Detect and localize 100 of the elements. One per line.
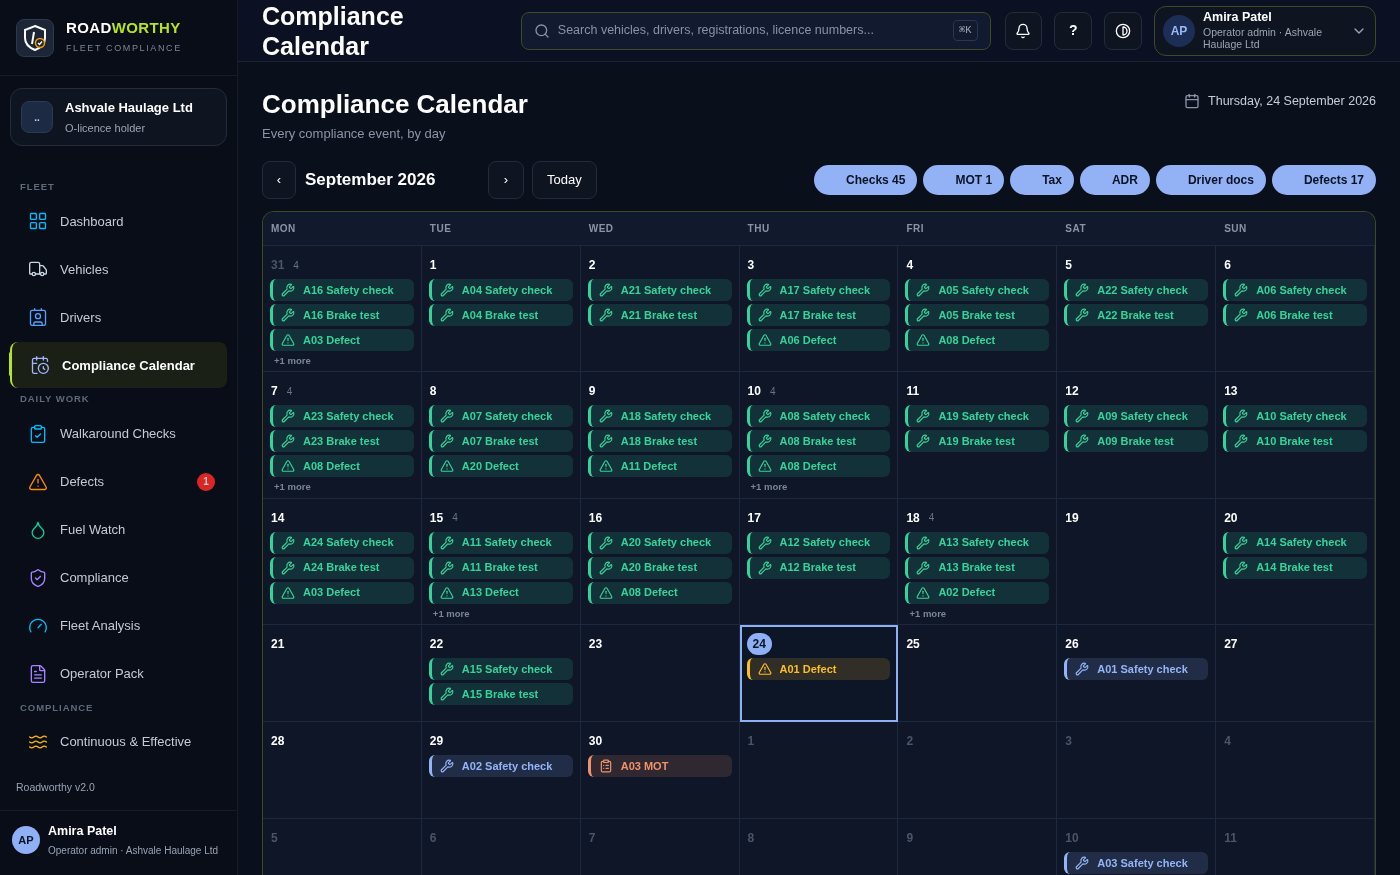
nav-item[interactable]: Dashboard — [10, 198, 227, 245]
calendar-event[interactable]: A24 Safety check — [270, 531, 414, 554]
calendar-event[interactable]: A08 Defect — [746, 455, 891, 478]
calendar-day[interactable]: 25 — [898, 624, 1058, 722]
calendar-event[interactable]: A05 Safety check — [905, 279, 1050, 301]
calendar-event[interactable]: A04 Brake test — [428, 304, 573, 326]
calendar-event[interactable]: A06 Brake test — [1223, 304, 1367, 326]
more-link[interactable]: +1 more — [274, 354, 311, 369]
nav-item[interactable]: Compliance — [10, 554, 227, 601]
calendar-event[interactable]: A09 Safety check — [1064, 405, 1209, 428]
calendar-event[interactable]: A18 Brake test — [587, 430, 732, 453]
calendar-event[interactable]: A08 Defect — [587, 581, 732, 604]
calendar-event[interactable]: A21 Brake test — [587, 304, 732, 326]
calendar-day[interactable]: 27 — [1216, 624, 1375, 722]
calendar-day[interactable]: 23 — [580, 624, 740, 722]
calendar-event[interactable]: A03 Safety check — [1064, 851, 1209, 874]
calendar-event[interactable]: A22 Brake test — [1064, 304, 1209, 326]
calendar-event[interactable]: A01 Safety check — [1064, 657, 1209, 680]
calendar-event[interactable]: A14 Safety check — [1223, 531, 1367, 554]
search-input[interactable]: Search vehicles, drivers, registrations, licence numbers... — [557, 21, 945, 40]
calendar-event[interactable]: A08 Brake test — [746, 430, 891, 453]
help-button[interactable]: ? — [1054, 11, 1093, 50]
calendar-day[interactable]: 18 4 A13 Safety check A13 Brake test A02 Defect +1 more — [898, 498, 1058, 625]
calendar-event[interactable]: A03 Defect — [270, 329, 414, 351]
calendar-event[interactable]: A06 Safety check — [1223, 279, 1367, 301]
calendar-event[interactable]: A15 Safety check — [428, 657, 573, 680]
nav-item[interactable]: Compliance Calendar — [10, 342, 227, 389]
nav-item[interactable]: Fuel Watch — [10, 506, 227, 553]
calendar-event[interactable]: A11 Brake test — [428, 556, 573, 579]
calendar-event[interactable]: A10 Brake test — [1223, 430, 1367, 453]
calendar-event[interactable]: A22 Safety check — [1064, 279, 1209, 301]
calendar-day[interactable]: 16 A20 Safety check A20 Brake test A08 Defect — [580, 498, 740, 625]
calendar-event[interactable]: A23 Brake test — [270, 430, 414, 453]
calendar-event[interactable]: A11 Defect — [587, 455, 732, 478]
calendar-event[interactable]: A01 Defect — [746, 657, 891, 680]
calendar-event[interactable]: A07 Brake test — [428, 430, 573, 453]
calendar-event[interactable]: A23 Safety check — [270, 405, 414, 428]
calendar-event[interactable]: A13 Safety check — [905, 531, 1050, 554]
notifications-button[interactable] — [1004, 11, 1043, 50]
calendar-event[interactable]: A06 Defect — [746, 329, 891, 351]
calendar-event[interactable]: A12 Brake test — [746, 556, 891, 579]
filter-chip[interactable]: ADR — [1079, 165, 1150, 195]
calendar-day[interactable]: 28 — [263, 721, 422, 819]
calendar-day[interactable]: 2 A21 Safety check A21 Brake test — [580, 246, 740, 373]
more-link[interactable]: +1 more — [750, 480, 788, 495]
calendar-day[interactable]: 26 A01 Safety check — [1057, 624, 1217, 722]
calendar-event[interactable]: A02 Safety check — [428, 754, 573, 777]
calendar-day[interactable]: 11 A19 Safety check A19 Brake test — [898, 372, 1058, 499]
calendar-event[interactable]: A13 Defect — [428, 581, 573, 604]
nav-item[interactable]: Defects 1 — [10, 458, 227, 505]
calendar-event[interactable]: A20 Defect — [428, 455, 573, 478]
filter-chip[interactable]: Tax — [1010, 165, 1074, 195]
calendar-day[interactable]: 14 A24 Safety check A24 Brake test A03 Defect — [263, 498, 422, 625]
previous-month-button[interactable]: ‹ — [262, 161, 296, 199]
today-button[interactable]: Today — [532, 161, 597, 199]
nav-item[interactable]: Fleet Analysis — [10, 602, 227, 649]
calendar-event[interactable]: A08 Defect — [905, 329, 1050, 351]
nav-item[interactable]: Continuous & Effective — [10, 718, 227, 765]
calendar-event[interactable]: A13 Brake test — [905, 556, 1050, 579]
calendar-event[interactable]: A05 Brake test — [905, 304, 1050, 326]
calendar-day[interactable]: 1 A04 Safety check A04 Brake test — [421, 246, 581, 373]
calendar-day[interactable]: 7 4 A23 Safety check A23 Brake test A08 Defect +1 more — [263, 372, 422, 499]
more-link[interactable]: +1 more — [909, 606, 947, 621]
calendar-event[interactable]: A20 Safety check — [587, 531, 732, 554]
calendar-event[interactable]: A09 Brake test — [1064, 430, 1209, 453]
calendar-day[interactable]: 3 A17 Safety check A17 Brake test A06 Defect — [739, 246, 899, 373]
calendar-event[interactable]: A17 Brake test — [746, 304, 891, 326]
user-menu[interactable]: AP Amira Patel Operator admin · Ashvale Haulage Ltd — [1154, 5, 1376, 56]
calendar-event[interactable]: A07 Safety check — [428, 405, 573, 428]
calendar-event[interactable]: A10 Safety check — [1223, 405, 1367, 428]
calendar-event[interactable]: A04 Safety check — [428, 279, 573, 301]
calendar-day[interactable]: 10 4 A08 Safety check A08 Brake test A08 Defect +1 more — [739, 372, 899, 499]
calendar-day[interactable]: 24 A01 Defect — [739, 624, 899, 722]
search-bar[interactable]: Search vehicles, drivers, registrations, licence numbers... ⌘K — [520, 11, 991, 50]
nav-item[interactable]: Drivers — [10, 294, 227, 341]
calendar-event[interactable]: A12 Safety check — [746, 531, 891, 554]
calendar-event[interactable]: A16 Safety check — [270, 279, 414, 301]
nav-item[interactable]: Operator Pack — [10, 650, 227, 697]
filter-chip[interactable]: Defects 17 — [1271, 165, 1376, 195]
calendar-day[interactable]: 19 — [1057, 498, 1217, 625]
calendar-day[interactable]: 20 A14 Safety check A14 Brake test — [1216, 498, 1375, 625]
calendar-event[interactable]: A11 Safety check — [428, 531, 573, 554]
calendar-event[interactable]: A24 Brake test — [270, 556, 414, 579]
calendar-day[interactable]: 22 A15 Safety check A15 Brake test — [421, 624, 581, 722]
calendar-day[interactable]: 12 A09 Safety check A09 Brake test — [1057, 372, 1217, 499]
calendar-event[interactable]: A20 Brake test — [587, 556, 732, 579]
more-link[interactable]: +1 more — [274, 480, 311, 495]
calendar-event[interactable]: A03 Defect — [270, 581, 414, 604]
calendar-day[interactable]: 5 A22 Safety check A22 Brake test — [1057, 246, 1217, 373]
calendar-event[interactable]: A03 MOT — [587, 754, 732, 777]
calendar-day[interactable]: 29 A02 Safety check — [421, 721, 581, 819]
calendar-event[interactable]: A19 Safety check — [905, 405, 1050, 428]
filter-chip[interactable]: Driver docs — [1155, 165, 1266, 195]
calendar-event[interactable]: A17 Safety check — [746, 279, 891, 301]
calendar-day[interactable]: 17 A12 Safety check A12 Brake test — [739, 498, 899, 625]
organization-card[interactable]: .. Ashvale Haulage Ltd O-licence holder — [10, 88, 227, 146]
calendar-day[interactable]: 31 4 A16 Safety check A16 Brake test A03 Defect +1 more — [263, 246, 422, 373]
calendar-day[interactable]: 15 4 A11 Safety check A11 Brake test A13 Defect +1 more — [421, 498, 581, 625]
calendar-event[interactable]: A15 Brake test — [428, 682, 573, 705]
calendar-day[interactable]: 21 — [263, 624, 422, 722]
